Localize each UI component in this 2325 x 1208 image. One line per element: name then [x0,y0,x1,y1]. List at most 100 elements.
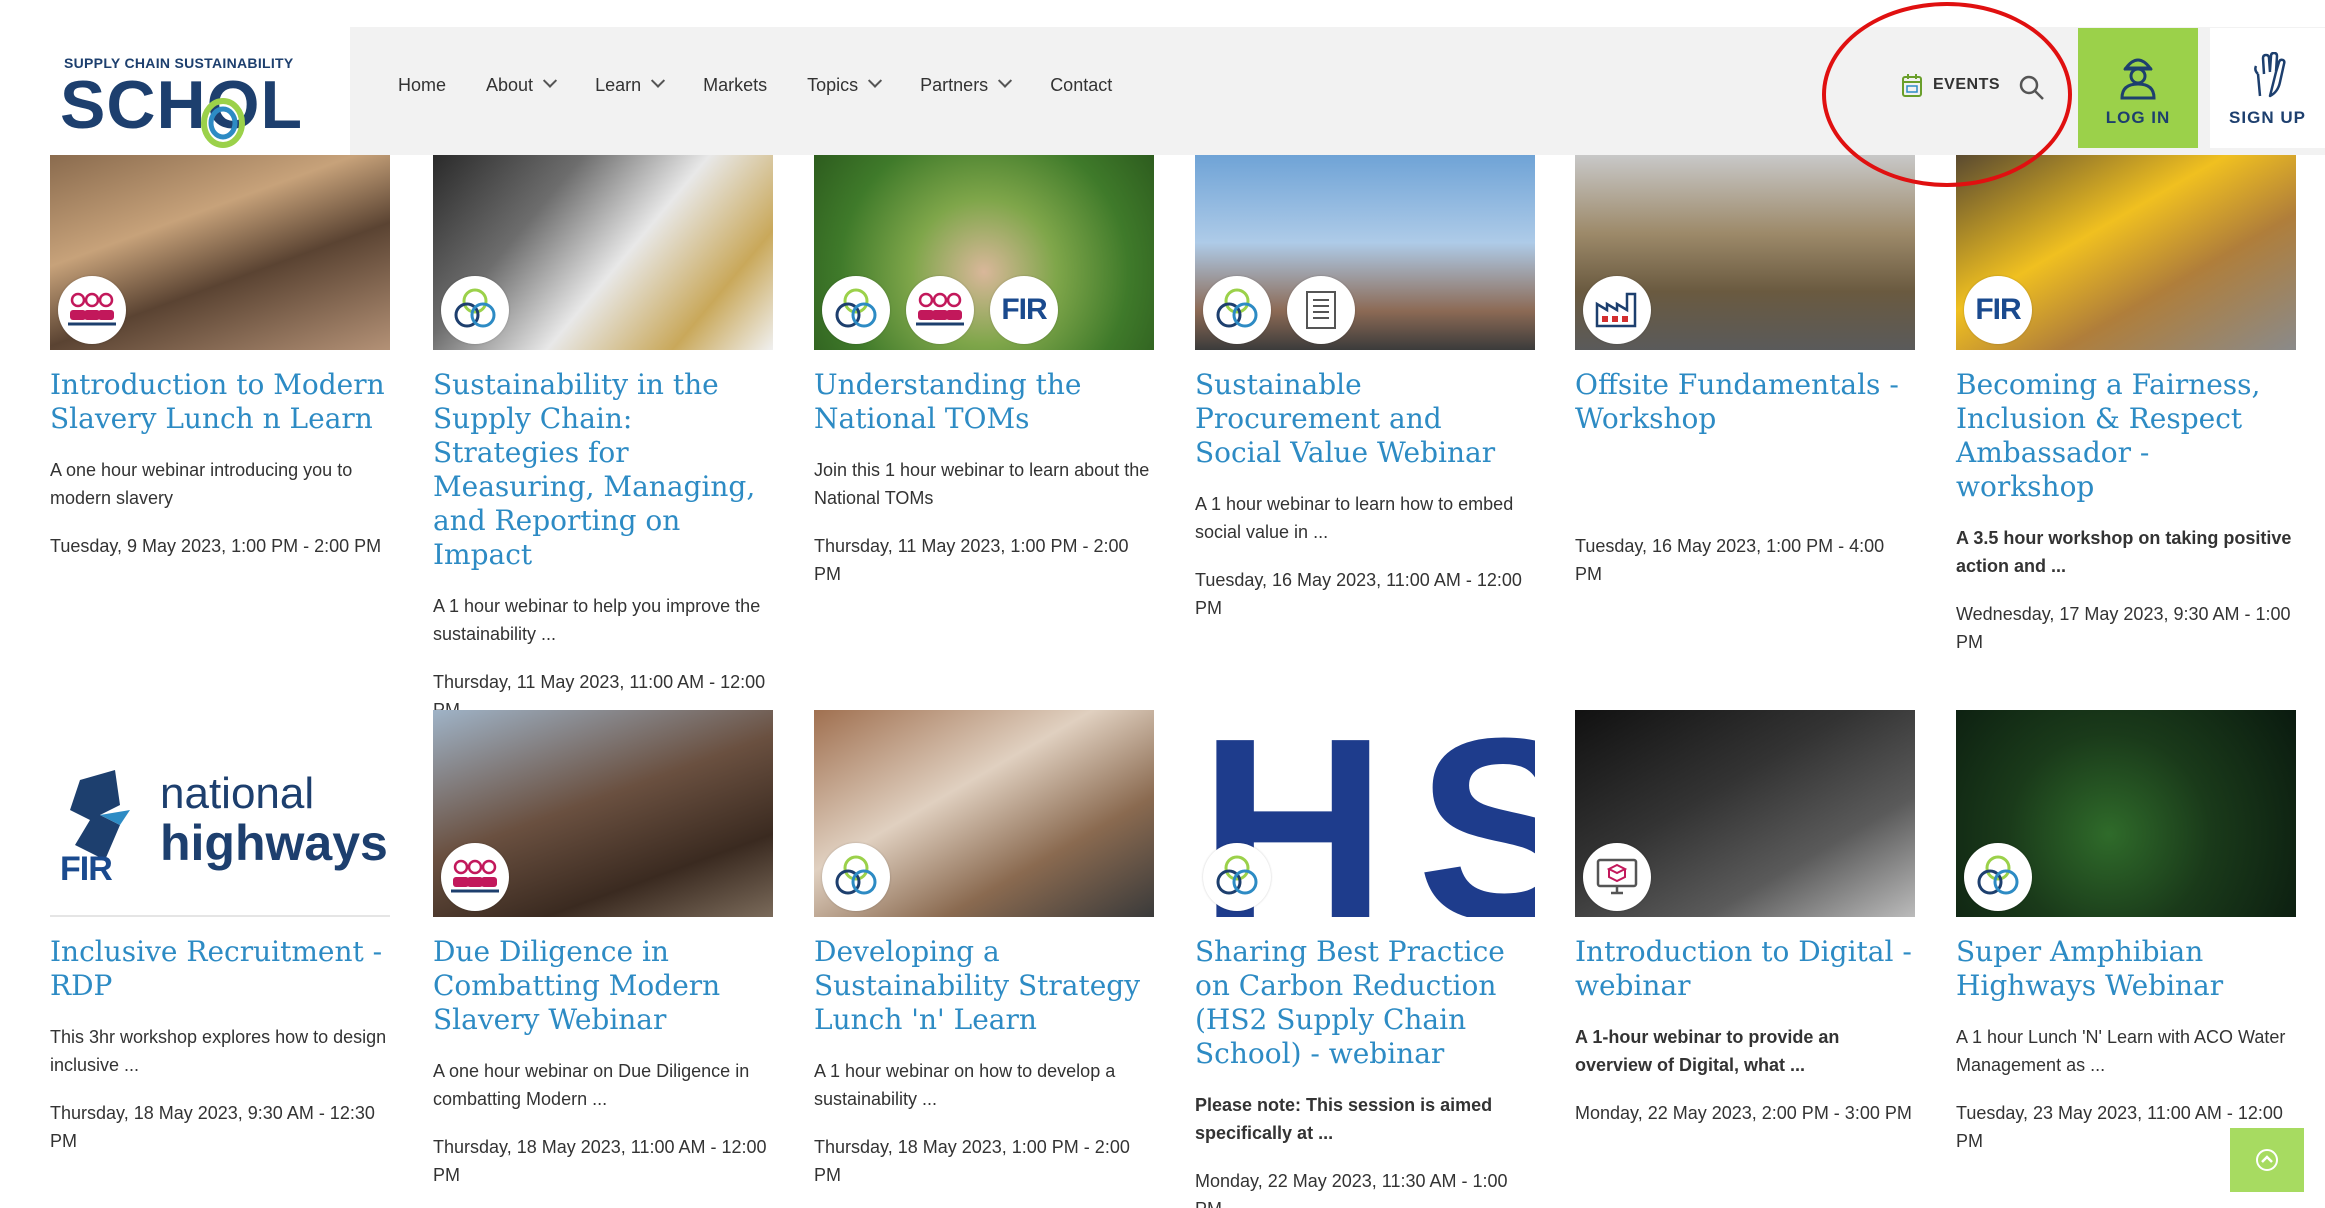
signup-label: SIGN UP [2229,108,2306,127]
national-highways-line1: national [160,769,315,818]
search-icon[interactable] [2018,74,2046,102]
event-description: Please note: This session is aimed speci… [1195,1095,1493,1143]
signup-button[interactable]: SIGN UP [2210,28,2325,148]
rings-icon [441,276,509,344]
people-icon [906,276,974,344]
event-title-link[interactable]: Developing a Sustainability Strategy Lun… [814,935,1154,1037]
event-title-link[interactable]: Introduction to Modern Slavery Lunch n L… [50,368,390,436]
event-card[interactable]: Introduction to Digital - webinar A 1-hou… [1575,710,1915,1127]
event-image[interactable]: HS [1195,710,1535,917]
arrow-up-icon [2256,1149,2278,1171]
login-button[interactable]: LOG IN [2078,28,2198,148]
chevron-down-icon [542,73,558,88]
site-header: SUPPLY CHAIN SUSTAINABILITY SCHOL Home Ab… [0,0,2325,155]
event-title-link[interactable]: Sustainability in the Supply Chain: Stra… [433,368,773,572]
event-date: Thursday, 11 May 2023, 1:00 PM - 2:00 PM [814,536,1129,584]
event-badges [1203,276,1371,344]
event-image[interactable]: FIR [814,155,1154,350]
nav-item-about[interactable]: About [486,73,558,96]
event-badges [1203,843,1287,911]
rings-icon [822,276,890,344]
event-card[interactable]: Sustainable Procurement and Social Value… [1195,155,1535,622]
event-date: Monday, 22 May 2023, 11:30 AM - 1:00 PM [1195,1171,1508,1208]
event-date: Monday, 22 May 2023, 2:00 PM - 3:00 PM [1575,1103,1912,1123]
document-icon [1287,276,1355,344]
nav-item-topics[interactable]: Topics [807,73,883,96]
people-icon [441,843,509,911]
back-to-top-button[interactable] [2230,1128,2304,1192]
nav-item-label: Learn [595,74,642,95]
event-title-link[interactable]: Offsite Fundamentals - Workshop [1575,368,1915,436]
nav-item-home[interactable]: Home [398,75,446,96]
event-image[interactable] [814,710,1154,917]
event-description: A 1 hour Lunch 'N' Learn with ACO Water … [1956,1027,2286,1075]
event-card[interactable]: Introduction to Modern Slavery Lunch n L… [50,155,390,560]
event-image[interactable] [1575,155,1915,350]
event-date: Tuesday, 16 May 2023, 11:00 AM - 12:00 P… [1195,570,1522,618]
event-badges: FIR [822,276,1074,344]
event-card[interactable]: Offsite Fundamentals - Workshop Tuesday, … [1575,155,1915,588]
event-badges [58,276,142,344]
events-label: EVENTS [1933,76,2001,93]
event-card[interactable]: HS Sharing Best Practice on Carbon Reduct… [1195,710,1535,1208]
event-title-link[interactable]: Becoming a Fairness, Inclusion & Respect… [1956,368,2296,504]
fir-icon: FIR [990,276,1058,344]
events-link[interactable]: EVENTS [1901,72,2000,98]
event-description: Join this 1 hour webinar to learn about … [814,460,1150,508]
fir-icon: FIR [1964,276,2032,344]
people-icon [58,276,126,344]
event-title-link[interactable]: Introduction to Digital - webinar [1575,935,1915,1003]
rings-icon [822,843,890,911]
event-image[interactable]: FIR national highways [50,710,390,917]
hand-wave-icon [2253,52,2286,98]
event-title-link[interactable]: Inclusive Recruitment - RDP [50,935,390,1003]
event-image[interactable] [1575,710,1915,917]
logo-wordmark: SCHOL [60,67,303,143]
event-card[interactable]: Developing a Sustainability Strategy Lun… [814,710,1154,1189]
event-description: A 3.5 hour workshop on taking positive a… [1956,528,2292,576]
event-card[interactable]: Due Diligence in Combatting Modern Slave… [433,710,773,1189]
rings-icon [1203,843,1271,911]
calendar-icon [1902,74,1922,97]
event-badges [822,843,906,911]
event-badges [441,843,525,911]
site-logo[interactable]: SUPPLY CHAIN SUSTAINABILITY SCHOL [0,27,350,155]
nav-item-label: Topics [807,74,859,95]
event-image[interactable] [433,710,773,917]
rings-icon [1964,843,2032,911]
event-badges [441,276,525,344]
nav-menu: Home About Learn Markets Topics Partners Conta… [398,27,1152,143]
event-date: Tuesday, 9 May 2023, 1:00 PM - 2:00 PM [50,536,382,556]
event-title-link[interactable]: Sharing Best Practice on Carbon Reductio… [1195,935,1535,1071]
event-title-link[interactable]: Sustainable Procurement and Social Value… [1195,368,1535,470]
event-card[interactable]: FIR national highways Inclusive Recruitment… [50,710,390,1155]
nav-item-label: Partners [920,74,989,95]
login-label: LOG IN [2105,108,2171,127]
nav-item-learn[interactable]: Learn [595,73,666,96]
event-image[interactable] [50,155,390,350]
event-description: A one hour webinar introducing you to mo… [50,460,353,508]
nav-item-markets[interactable]: Markets [703,75,767,96]
nav-item-partners[interactable]: Partners [920,73,1013,96]
event-image[interactable] [1956,710,2296,917]
event-card[interactable]: FIR Understanding the National TOMs Join t… [814,155,1154,588]
event-image[interactable]: FIR [1956,155,2296,350]
event-title-link[interactable]: Understanding the National TOMs [814,368,1154,436]
event-image[interactable] [1195,155,1535,350]
login-user-icon [2120,58,2156,100]
event-description [1575,456,1915,512]
computer-icon [1583,843,1651,911]
event-card[interactable]: Super Amphibian Highways Webinar A 1 hour… [1956,710,2296,1155]
event-card[interactable]: FIR Becoming a Fairness, Inclusion & Resp… [1956,155,2296,656]
event-title-link[interactable]: Super Amphibian Highways Webinar [1956,935,2296,1003]
event-date: Thursday, 18 May 2023, 1:00 PM - 2:00 PM [814,1137,1130,1185]
event-card[interactable]: Sustainability in the Supply Chain: Stra… [433,155,773,724]
chevron-down-icon [998,73,1013,88]
event-image[interactable] [433,155,773,350]
chevron-down-icon [868,73,883,88]
nav-item-contact[interactable]: Contact [1050,75,1112,96]
event-badges [1583,843,1667,911]
event-title-link[interactable]: Due Diligence in Combatting Modern Slave… [433,935,773,1037]
national-highways-line2: highways [160,815,388,871]
event-date: Thursday, 18 May 2023, 9:30 AM - 12:30 P… [50,1103,375,1151]
